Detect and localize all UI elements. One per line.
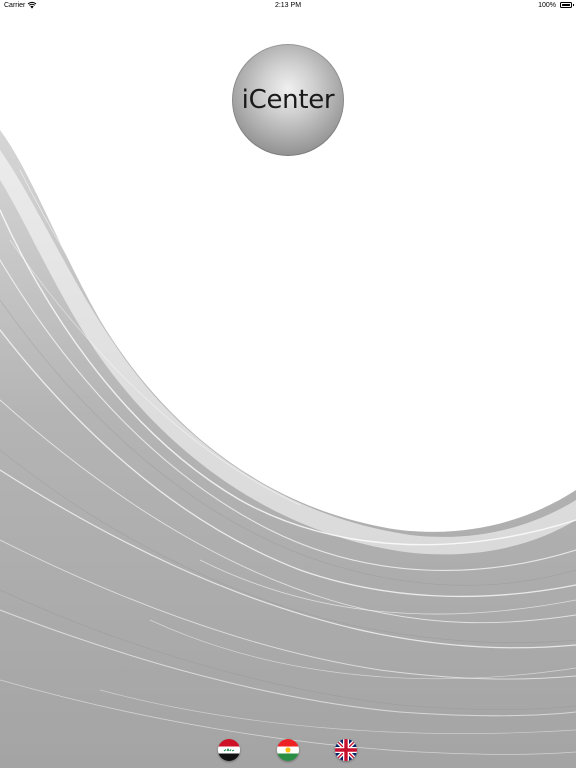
iraq-flag-icon xyxy=(218,739,240,761)
status-bar: Carrier 2:13 PM 100% xyxy=(0,0,576,12)
battery-percentage: 100% xyxy=(538,2,556,9)
uk-flag-icon xyxy=(335,739,357,761)
language-button-arabic[interactable] xyxy=(218,739,240,761)
status-time: 2:13 PM xyxy=(274,2,302,9)
language-button-kurdish[interactable] xyxy=(277,739,299,761)
language-button-english[interactable] xyxy=(335,739,357,761)
logo-text: iCenter xyxy=(241,85,335,115)
battery-icon xyxy=(560,2,574,8)
kurdistan-flag-icon xyxy=(277,739,299,761)
app-logo: iCenter xyxy=(232,44,344,156)
